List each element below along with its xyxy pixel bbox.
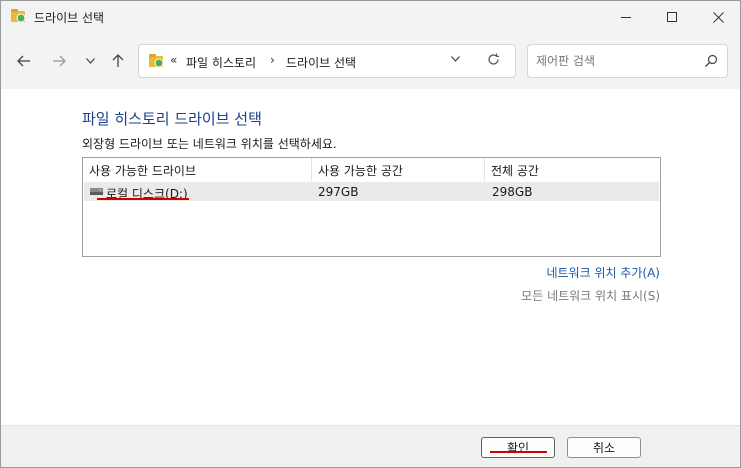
- refresh-icon: [488, 53, 500, 65]
- show-all-network-locations-link[interactable]: 모든 네트워크 위치 표시(S): [521, 287, 660, 304]
- breadcrumb-drive-select[interactable]: 드라이브 선택: [286, 54, 356, 71]
- address-bar[interactable]: « 파일 히스토리 › 드라이브 선택: [138, 44, 516, 78]
- file-history-icon: [11, 9, 26, 23]
- maximize-icon: [667, 12, 677, 22]
- minimize-icon: [621, 16, 631, 18]
- drive-icon: [90, 188, 103, 195]
- close-button[interactable]: [695, 1, 740, 33]
- recent-locations-button[interactable]: [78, 49, 102, 73]
- address-dropdown-button[interactable]: [451, 54, 460, 65]
- arrow-up-icon: [112, 54, 124, 67]
- column-divider[interactable]: [484, 158, 485, 181]
- search-box[interactable]: [527, 44, 728, 78]
- annotation-underline: [490, 451, 547, 453]
- control-panel-icon: [149, 54, 164, 68]
- breadcrumb-separator[interactable]: ›: [270, 53, 275, 67]
- drive-select-window: 드라이브 선택 « 파일 히스토리 › 드라이브 선택 제어판 검색 파일 히스…: [0, 0, 741, 468]
- title-bar: 드라이브 선택: [1, 1, 740, 33]
- column-header-drive[interactable]: 사용 가능한 드라이브: [89, 158, 196, 181]
- back-button[interactable]: [12, 49, 36, 73]
- annotation-underline: [97, 198, 189, 200]
- breadcrumb-overflow[interactable]: «: [170, 53, 177, 67]
- search-input[interactable]: [536, 52, 696, 70]
- navigation-bar: « 파일 히스토리 › 드라이브 선택: [1, 33, 740, 89]
- search-icon[interactable]: [704, 54, 718, 68]
- window-title: 드라이브 선택: [34, 11, 105, 25]
- drive-free-space: 297GB: [318, 185, 359, 199]
- column-header-total-space[interactable]: 전체 공간: [491, 158, 539, 181]
- arrow-right-icon: [53, 55, 66, 67]
- maximize-button[interactable]: [649, 1, 695, 33]
- arrow-left-icon: [17, 55, 30, 67]
- refresh-button[interactable]: [487, 52, 500, 70]
- page-description: 외장형 드라이브 또는 네트워크 위치를 선택하세요.: [82, 137, 337, 151]
- drive-list[interactable]: 사용 가능한 드라이브 사용 가능한 공간 전체 공간 로컬 디스크(D:) 2…: [82, 157, 661, 257]
- cancel-button[interactable]: 취소: [567, 437, 641, 458]
- dialog-footer: 확인 취소: [1, 425, 740, 467]
- chevron-down-icon: [451, 56, 460, 62]
- chevron-down-icon: [85, 58, 95, 64]
- forward-button[interactable]: [47, 49, 71, 73]
- close-icon: [712, 11, 724, 23]
- up-button[interactable]: [106, 49, 130, 73]
- page-title: 파일 히스토리 드라이브 선택: [82, 110, 262, 128]
- breadcrumb-file-history[interactable]: 파일 히스토리: [186, 54, 256, 71]
- minimize-button[interactable]: [603, 1, 649, 33]
- ok-button[interactable]: 확인: [481, 437, 555, 458]
- column-header-free-space[interactable]: 사용 가능한 공간: [318, 158, 403, 181]
- add-network-location-link[interactable]: 네트워크 위치 추가(A): [546, 264, 660, 281]
- drive-total-space: 298GB: [492, 185, 533, 199]
- column-divider[interactable]: [311, 158, 312, 181]
